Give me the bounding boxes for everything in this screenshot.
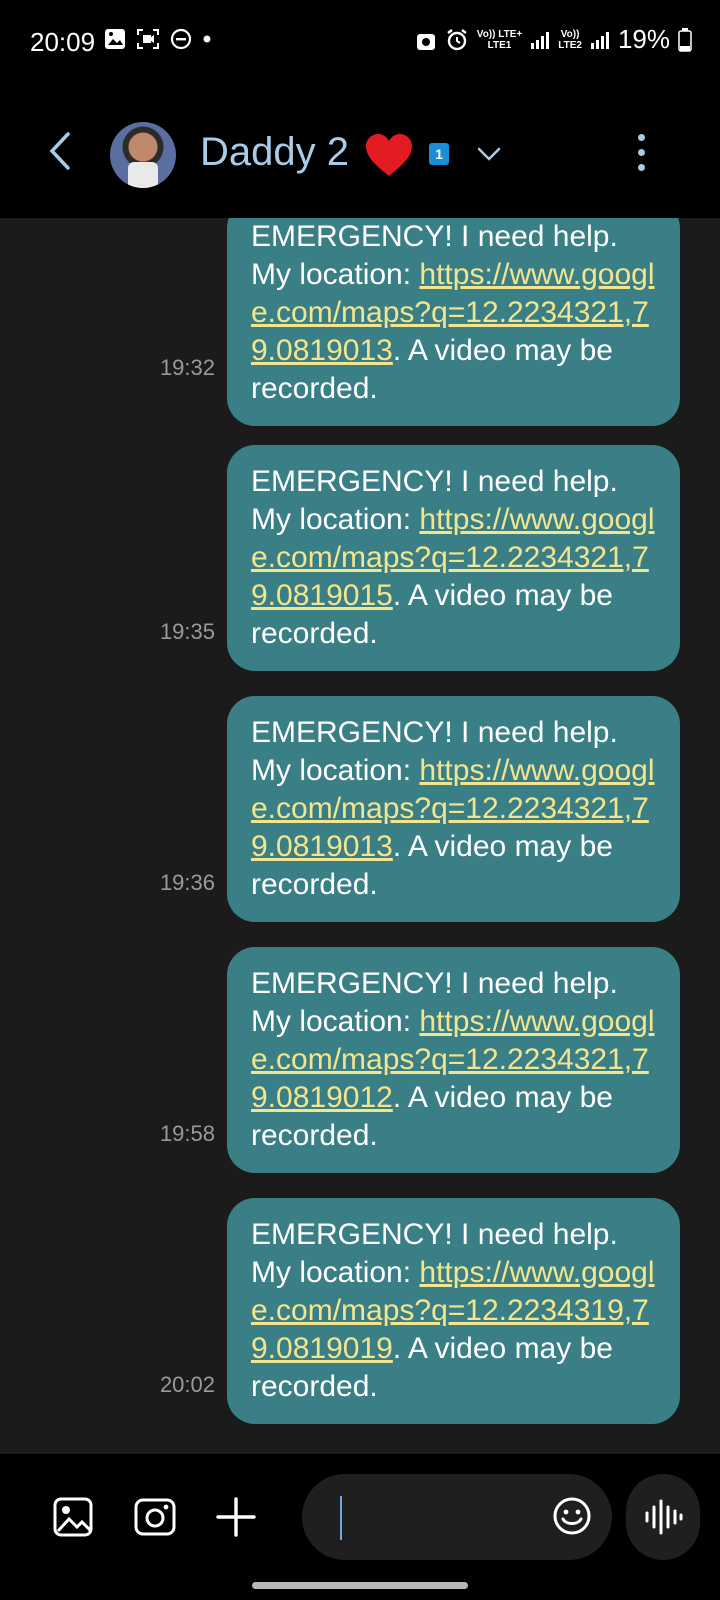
sim2-network: Vo)) LTE2 xyxy=(558,28,582,51)
message-time: 20:02 xyxy=(159,1372,215,1397)
home-indicator xyxy=(252,1582,468,1589)
back-arrow-icon[interactable] xyxy=(40,128,80,174)
dot-icon xyxy=(203,35,211,43)
composer-bar xyxy=(0,1454,720,1600)
signal-icon xyxy=(590,31,609,49)
sim1-network: Vo)) LTE+ LTE1 xyxy=(476,28,523,51)
emoji-icon[interactable] xyxy=(552,1496,592,1536)
screen-recorder-icon xyxy=(137,29,159,49)
avatar[interactable] xyxy=(110,122,176,188)
message-bubble[interactable]: EMERGENCY! I need help. My location: htt… xyxy=(227,1198,680,1424)
do-not-disturb-icon xyxy=(170,28,192,50)
message-bubble[interactable]: EMERGENCY! I need help. My location: htt… xyxy=(227,218,680,426)
message-time: 19:32 xyxy=(159,355,215,380)
camera-icon[interactable] xyxy=(132,1494,178,1540)
status-right: Vo)) LTE+ LTE1 Vo)) LTE2 19% xyxy=(415,24,692,55)
message-time: 19:35 xyxy=(159,619,215,644)
battery-icon xyxy=(678,27,692,52)
text-cursor xyxy=(340,1496,342,1540)
voice-record-button[interactable] xyxy=(626,1474,700,1560)
more-options-icon[interactable] xyxy=(636,134,646,174)
message-input[interactable] xyxy=(302,1474,612,1560)
message-list[interactable]: EMERGENCY! I need help. My location: htt… xyxy=(0,218,720,1454)
signal-icon xyxy=(531,31,550,49)
conversation-header: Daddy 2 1 xyxy=(0,82,720,218)
heart-icon xyxy=(366,134,412,176)
gallery-notification-icon xyxy=(105,29,125,49)
message-bubble[interactable]: EMERGENCY! I need help. My location: htt… xyxy=(227,445,680,671)
status-time: 20:09 xyxy=(30,27,96,57)
contact-name[interactable]: Daddy 2 xyxy=(200,130,349,175)
message-bubble[interactable]: EMERGENCY! I need help. My location: htt… xyxy=(227,947,680,1173)
sim-badge: 1 xyxy=(429,143,449,165)
add-icon[interactable] xyxy=(213,1494,259,1540)
alarm-lock-icon xyxy=(416,33,435,50)
battery-percent: 19% xyxy=(617,24,670,54)
notification-icons xyxy=(104,28,212,50)
alarm-icon xyxy=(447,28,467,50)
message-bubble[interactable]: EMERGENCY! I need help. My location: htt… xyxy=(227,696,680,922)
message-time: 19:58 xyxy=(159,1121,215,1146)
status-bar: 20:09 Vo)) LTE+ LTE1 Vo)) LTE2 19% xyxy=(0,0,720,82)
gallery-icon[interactable] xyxy=(50,1494,96,1540)
message-time: 19:36 xyxy=(159,870,215,895)
chevron-down-icon[interactable] xyxy=(474,142,504,166)
voice-wave-icon xyxy=(645,1499,683,1535)
